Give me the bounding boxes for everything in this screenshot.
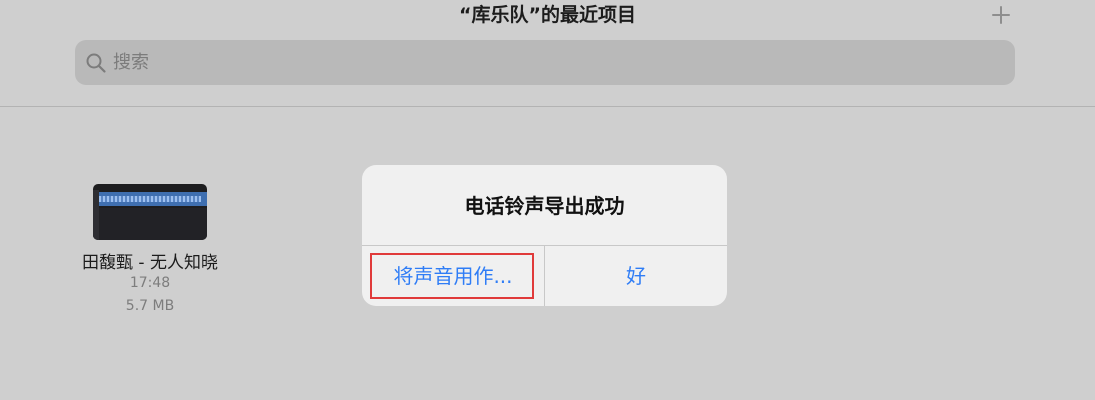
use-sound-as-label: 将声音用作... (393, 264, 513, 288)
track-header (93, 190, 99, 240)
ok-button[interactable]: 好 (545, 246, 727, 306)
file-size: 5.7 MB (125, 298, 175, 314)
search-icon (86, 53, 106, 73)
waveform (99, 196, 201, 202)
header-divider (0, 106, 1095, 107)
file-time: 17:48 (129, 275, 171, 291)
export-success-alert: 电话铃声导出成功 将声音用作... 好 (362, 165, 727, 306)
alert-title: 电话铃声导出成功 (464, 194, 625, 218)
screen: “库乐队”的最近项目 搜索 田馥甄 - 无人知晓 17:48 5.7 MB 电话… (0, 0, 1095, 400)
search-bar[interactable]: 搜索 (75, 40, 1015, 85)
use-sound-as-button[interactable]: 将声音用作... (362, 246, 544, 306)
plus-icon[interactable] (986, 0, 1016, 30)
page-title: “库乐队”的最近项目 (459, 4, 636, 26)
ok-label: 好 (626, 264, 646, 288)
file-item[interactable]: 田馥甄 - 无人知晓 17:48 5.7 MB (60, 178, 240, 323)
file-name[interactable]: 田馥甄 - 无人知晓 (60, 248, 240, 273)
empty-track (93, 208, 207, 240)
audio-project-thumbnail[interactable] (93, 184, 207, 240)
search-input[interactable]: 搜索 (113, 40, 149, 85)
